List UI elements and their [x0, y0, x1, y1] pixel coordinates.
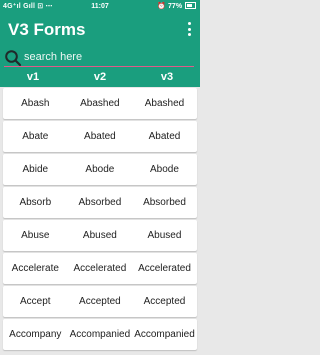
- verb-v1: Accept: [20, 296, 51, 307]
- list-item[interactable]: Accompany Accompanied Accompanied: [3, 319, 197, 350]
- column-header-v1: v1: [26, 71, 40, 83]
- verb-v2: Abused: [82, 230, 117, 241]
- more-vert-icon: [187, 22, 191, 25]
- list-item[interactable]: Accept Accepted Accepted: [3, 286, 197, 317]
- list-item[interactable]: Absorb Absorbed Absorbed: [3, 187, 197, 218]
- verb-v2: Accepted: [79, 296, 121, 307]
- verb-v1: Accelerate: [11, 263, 59, 274]
- search-icon: [5, 50, 22, 67]
- list-item[interactable]: Accelerate Accelerated Accelerated: [3, 253, 197, 284]
- status-bar: 4G⁺ıl Gıll ⊡ ⋯ 11:07 ⏰ 77%: [0, 0, 200, 14]
- verb-v2: Absorbed: [78, 197, 122, 208]
- verb-v3: Accelerated: [138, 263, 191, 274]
- verb-v3: Accompanied: [134, 329, 195, 340]
- verb-v2: Abashed: [80, 98, 120, 109]
- verb-v3: Abode: [150, 164, 179, 175]
- verb-v1: Absorb: [19, 197, 52, 208]
- list-item[interactable]: Abuse Abused Abused: [3, 220, 197, 251]
- verb-v3: Abashed: [144, 98, 185, 109]
- battery-icon: [185, 2, 196, 9]
- verb-v1: Abuse: [21, 230, 50, 241]
- verb-v1: Abate: [22, 131, 49, 142]
- list-item[interactable]: Abate Abated Abated: [3, 121, 197, 152]
- overflow-menu-button[interactable]: [184, 22, 194, 36]
- page-title: V3 Forms: [8, 20, 86, 39]
- verb-v3: Accepted: [143, 296, 186, 307]
- verb-v2: Abode: [85, 164, 115, 175]
- verb-v3: Abused: [147, 230, 182, 241]
- verb-v2: Accompanied: [69, 329, 131, 340]
- alarm-icon: ⏰: [157, 3, 167, 10]
- app-header: 4G⁺ıl Gıll ⊡ ⋯ 11:07 ⏰ 77% V3 Forms v1 v…: [0, 0, 200, 87]
- list-item[interactable]: Abash Abashed Abashed: [3, 88, 197, 119]
- search-underline: [4, 66, 194, 67]
- verb-v1: Abide: [22, 164, 49, 175]
- list-item[interactable]: Abide Abode Abode: [3, 154, 197, 185]
- verb-v1: Accompany: [9, 329, 62, 340]
- column-header-v2: v2: [93, 71, 107, 83]
- verb-v3: Absorbed: [143, 197, 186, 208]
- search-input[interactable]: [24, 48, 184, 66]
- battery-indicator: ⏰ 77%: [157, 0, 196, 14]
- battery-percent: 77%: [168, 3, 183, 10]
- verb-v2: Abated: [84, 131, 116, 142]
- verb-v1: Abash: [21, 98, 50, 109]
- verb-list: Abash Abashed Abashed Abate Abated Abate…: [3, 88, 197, 352]
- column-header-v3: v3: [160, 71, 174, 83]
- verb-v2: Accelerated: [73, 263, 127, 274]
- verb-v3: Abated: [148, 131, 181, 142]
